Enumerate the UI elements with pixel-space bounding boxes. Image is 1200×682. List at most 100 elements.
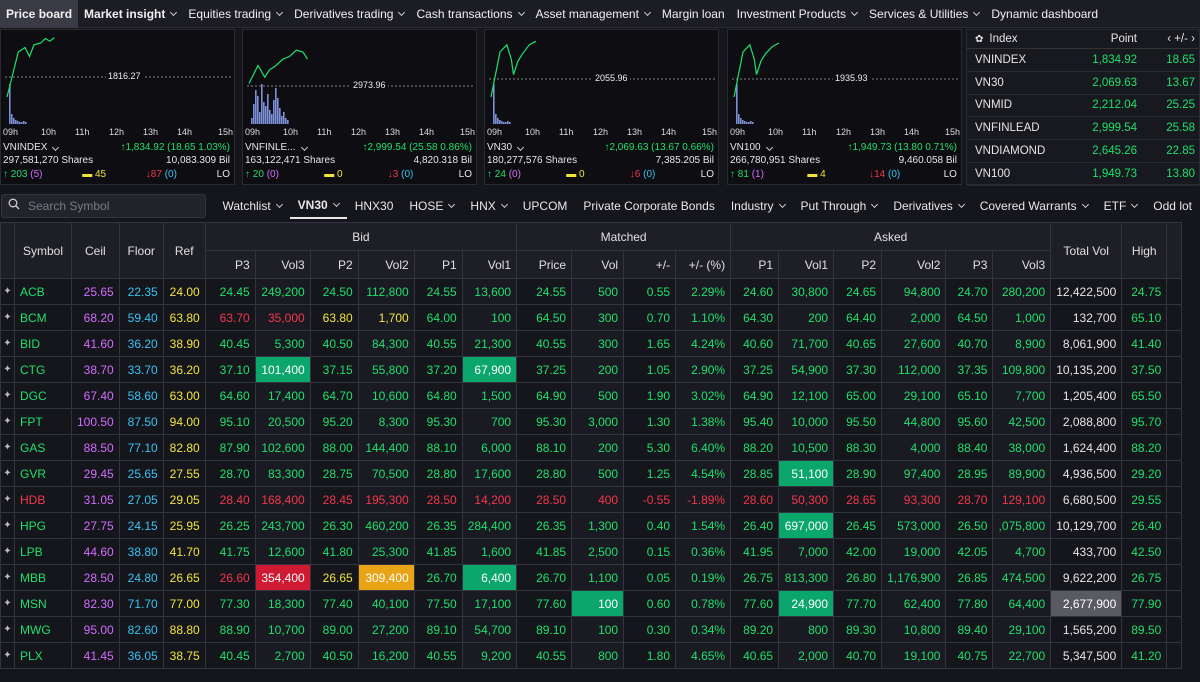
table-row[interactable]: ✦ GAS 88.50 77.10 82.80 87.90 102,600 88.00 144,…: [0, 434, 1183, 461]
table-row[interactable]: ✦ FPT 100.50 87.50 94.00 95.10 20,500 95.20 8,30…: [0, 408, 1183, 435]
table-row[interactable]: ✦ CTG 38.70 33.70 36.20 37.10 101,400 37.15 55,8…: [0, 356, 1183, 383]
index-panel-1[interactable]: 2973.96 09h 10h 11h 12h 13h 14h 15h VNFINLE... ↑2…: [242, 29, 477, 185]
tab-derivatives[interactable]: Derivatives: [885, 192, 971, 219]
chevron-right-icon[interactable]: ›: [1188, 33, 1195, 45]
pin-icon[interactable]: ✦: [0, 512, 15, 539]
pin-icon[interactable]: ✦: [0, 382, 15, 409]
index-name[interactable]: VN30: [487, 142, 525, 154]
volume-bars: [9, 84, 27, 124]
nav-item-2[interactable]: Equities trading: [182, 0, 288, 28]
index-name[interactable]: VNINDEX: [3, 142, 60, 154]
table-row[interactable]: ✦ BID 41.60 36.20 38.90 40.45 5,300 40.50 84,300…: [0, 330, 1183, 357]
pin-icon[interactable]: ✦: [0, 356, 15, 383]
index-row[interactable]: VNFINLEAD 2,999.54 25.58: [967, 117, 1199, 141]
table-row[interactable]: ✦ DGC 67.40 58.60 63.00 64.60 17,400 64.70 10,60…: [0, 382, 1183, 409]
pin-icon[interactable]: ✦: [0, 486, 15, 513]
nav-item-6[interactable]: Margin loan: [656, 0, 731, 28]
search-input[interactable]: [28, 198, 198, 213]
table-row[interactable]: ✦ MBB 28.50 24.80 26.65 26.60 354,400 26.65 309,…: [0, 564, 1183, 591]
pin-icon[interactable]: ✦: [0, 564, 15, 591]
pin-icon[interactable]: ✦: [0, 304, 15, 331]
tab-covered-warrants[interactable]: Covered Warrants: [972, 192, 1096, 219]
symbol-cell[interactable]: HPG: [14, 512, 72, 539]
nav-item-7[interactable]: Investment Products: [731, 0, 863, 28]
cell-mv: 3,000: [571, 408, 625, 435]
table-row[interactable]: ✦ GVR 29.45 25.65 27.55 28.70 83,300 28.75 70,50…: [0, 460, 1183, 487]
nav-item-0[interactable]: Price board: [0, 0, 79, 28]
tab-put-through[interactable]: Put Through: [793, 192, 886, 219]
index-name[interactable]: VN100: [730, 142, 773, 154]
index-panel-3[interactable]: 1935.93 09h 10h 11h 12h 13h 14h 15h VN100 ↑1,949.…: [727, 29, 962, 185]
symbol-cell[interactable]: HDB: [14, 486, 72, 513]
table-row[interactable]: ✦ HPG 27.75 24.15 25.95 26.25 243,700 26.30 460,…: [0, 512, 1183, 539]
nav-item-1[interactable]: Market insight: [78, 0, 182, 28]
pin-icon[interactable]: ✦: [0, 330, 15, 357]
pin-icon[interactable]: ✦: [0, 408, 15, 435]
symbol-cell[interactable]: PLX: [14, 642, 72, 669]
tab-etf[interactable]: ETF: [1096, 192, 1146, 219]
tab-vn30[interactable]: VN30: [289, 192, 347, 219]
pin-icon[interactable]: ✦: [0, 538, 15, 565]
pin-icon[interactable]: ✦: [0, 642, 15, 669]
symbol-cell[interactable]: BID: [14, 330, 72, 357]
symbol-cell[interactable]: GVR: [14, 460, 72, 487]
cell-b3: 28.40: [204, 486, 256, 513]
search-box[interactable]: [1, 193, 207, 218]
ceil-cell: 27.75: [71, 512, 120, 539]
tab-watchlist[interactable]: Watchlist: [214, 192, 289, 219]
symbol-cell[interactable]: MBB: [14, 564, 72, 591]
tab-private-corporate-bonds[interactable]: Private Corporate Bonds: [575, 192, 722, 219]
symbol-cell[interactable]: DGC: [14, 382, 72, 409]
tab-upcom[interactable]: UPCOM: [515, 192, 576, 219]
index-row[interactable]: VN30 2,069.63 13.67: [967, 72, 1199, 95]
cell-b3: 63.70: [204, 304, 256, 331]
pin-icon[interactable]: ✦: [0, 434, 15, 461]
symbol-cell[interactable]: MSN: [14, 590, 72, 617]
tab-industry[interactable]: Industry: [723, 192, 793, 219]
table-row[interactable]: ✦ HDB 31.05 27.05 29.05 28.40 168,400 28.45 195,…: [0, 486, 1183, 513]
table-row[interactable]: ✦ PLX 41.45 36.05 38.75 40.45 2,700 40.50 16,200…: [0, 642, 1183, 669]
index-header[interactable]: ✿ Index: [967, 33, 1057, 45]
gear-icon[interactable]: ✿: [975, 34, 983, 45]
table-row[interactable]: ✦ MSN 82.30 71.70 77.00 77.30 18,300 77.40 40,10…: [0, 590, 1183, 617]
symbol-cell[interactable]: LPB: [14, 538, 72, 565]
index-row-point: 2,645.26: [1092, 145, 1137, 158]
pin-icon[interactable]: ✦: [0, 590, 15, 617]
cell-bv3: 10,700: [254, 616, 311, 643]
symbol-cell[interactable]: GAS: [14, 434, 72, 461]
index-row[interactable]: VNMID 2,212.04 25.25: [967, 95, 1199, 118]
index-row[interactable]: VNINDEX 1,834.92 18.65: [967, 49, 1199, 72]
tab-hnx30[interactable]: HNX30: [347, 192, 402, 219]
table-row[interactable]: ✦ LPB 44.60 38.80 41.70 41.75 12,600 41.80 25,30…: [0, 538, 1183, 565]
symbol-cell[interactable]: CTG: [14, 356, 72, 383]
tab-hnx[interactable]: HNX: [462, 192, 514, 219]
cell-ch: 1.30: [623, 408, 677, 435]
pin-icon[interactable]: ✦: [0, 460, 15, 487]
nav-item-4[interactable]: Cash transactions: [410, 0, 529, 28]
symbol-cell[interactable]: MWG: [14, 616, 72, 643]
nav-item-3[interactable]: Derivatives trading: [288, 0, 410, 28]
index-row[interactable]: VN100 1,949.73 13.80: [967, 163, 1199, 186]
cell-a1: 95.40: [730, 408, 780, 435]
symbol-cell[interactable]: ACB: [14, 278, 72, 305]
cell-a1: 26.40: [730, 512, 780, 539]
nav-item-5[interactable]: Asset management: [530, 0, 656, 28]
tab-hose[interactable]: HOSE: [401, 192, 462, 219]
index-panel-2[interactable]: 2055.96 09h 10h 11h 12h 13h 14h 15h VN30 ↑2,069.6…: [484, 29, 719, 185]
pin-icon[interactable]: ✦: [0, 616, 15, 643]
change-header[interactable]: ‹ +/- ›: [1137, 33, 1195, 45]
table-row[interactable]: ✦ BCM 68.20 59.40 63.80 63.70 35,000 63.80 1,700…: [0, 304, 1183, 331]
nav-item-9[interactable]: Dynamic dashboard: [985, 0, 1104, 28]
table-row[interactable]: ✦ MWG 95.00 82.60 88.80 88.90 10,700 89.00 27,20…: [0, 616, 1183, 643]
index-row[interactable]: VNDIAMOND 2,645.26 22.85: [967, 140, 1199, 163]
pin-icon[interactable]: ✦: [0, 278, 15, 305]
index-panel-0[interactable]: 1816.27 09h 10h 11h 12h 13h 14h 15h VNINDEX ↑1,83…: [0, 29, 235, 185]
nav-item-8[interactable]: Services & Utilities: [863, 0, 985, 28]
time-tick: 11h: [317, 127, 332, 137]
cell-bv1: 67,900: [461, 356, 518, 383]
symbol-cell[interactable]: FPT: [14, 408, 72, 435]
table-row[interactable]: ✦ ACB 25.65 22.35 24.00 24.45 249,200 24.50 112,…: [0, 278, 1183, 305]
index-name[interactable]: VNFINLE...: [245, 142, 308, 154]
symbol-cell[interactable]: BCM: [14, 304, 72, 331]
tab-odd-lot[interactable]: Odd lot: [1145, 192, 1200, 219]
